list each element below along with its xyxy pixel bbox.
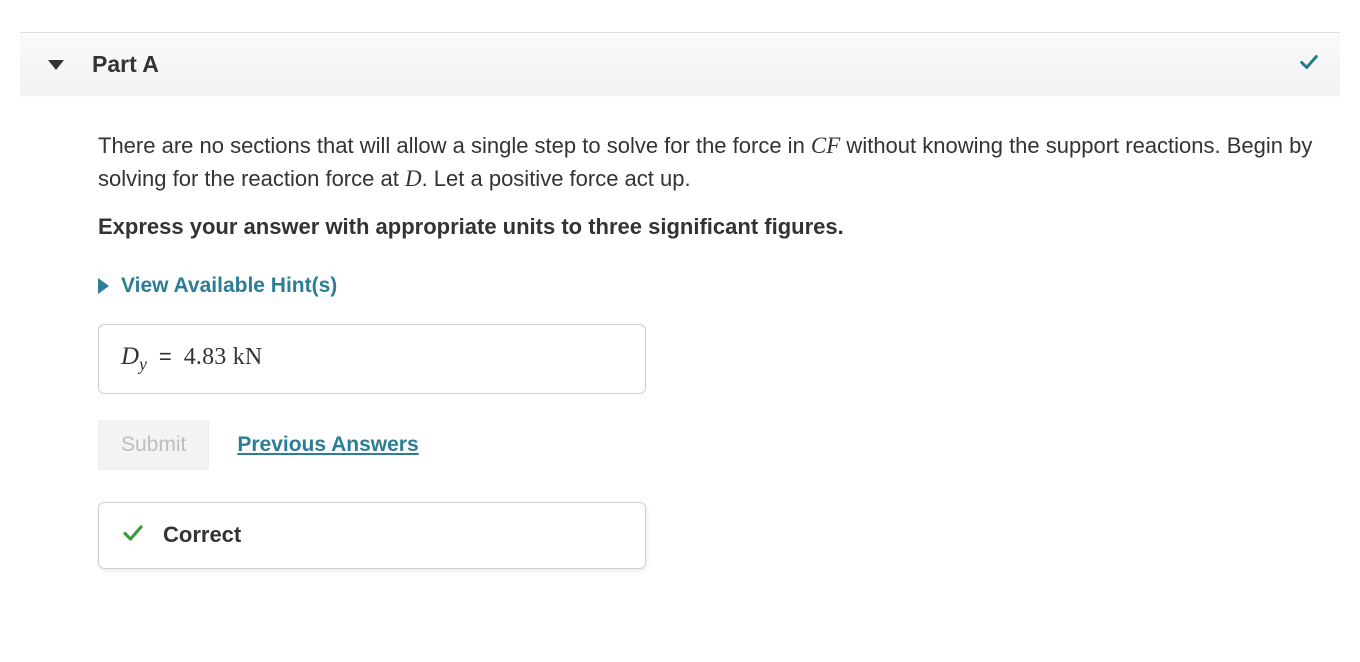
answer-instruction: Express your answer with appropriate uni… xyxy=(98,214,1334,240)
view-hints-toggle[interactable]: View Available Hint(s) xyxy=(98,274,337,298)
part-title: Part A xyxy=(92,51,1298,78)
completed-check-icon xyxy=(1298,51,1320,78)
question-segment: There are no sections that will allow a … xyxy=(98,133,811,158)
previous-answers-link[interactable]: Previous Answers xyxy=(237,433,418,457)
part-header[interactable]: Part A xyxy=(20,32,1340,97)
math-var-d: D xyxy=(405,166,422,191)
feedback-status: Correct xyxy=(163,522,241,548)
answer-symbol: Dy xyxy=(121,343,147,375)
question-text: There are no sections that will allow a … xyxy=(98,129,1318,196)
hints-label: View Available Hint(s) xyxy=(121,274,337,298)
submit-button[interactable]: Submit xyxy=(98,420,209,470)
equals-sign: = xyxy=(159,344,172,370)
question-segment: . Let a positive force act up. xyxy=(422,166,691,191)
correct-check-icon xyxy=(121,521,145,550)
part-body: There are no sections that will allow a … xyxy=(20,97,1340,569)
caret-down-icon xyxy=(48,60,64,70)
feedback-box: Correct xyxy=(98,502,646,569)
action-row: Submit Previous Answers xyxy=(98,420,1334,470)
answer-display: Dy = 4.83 kN xyxy=(98,324,646,394)
answer-value: 4.83 kN xyxy=(184,344,263,371)
caret-right-icon xyxy=(98,278,109,294)
assignment-container: Part A There are no sections that will a… xyxy=(0,32,1360,599)
math-var-cf: CF xyxy=(811,133,840,158)
